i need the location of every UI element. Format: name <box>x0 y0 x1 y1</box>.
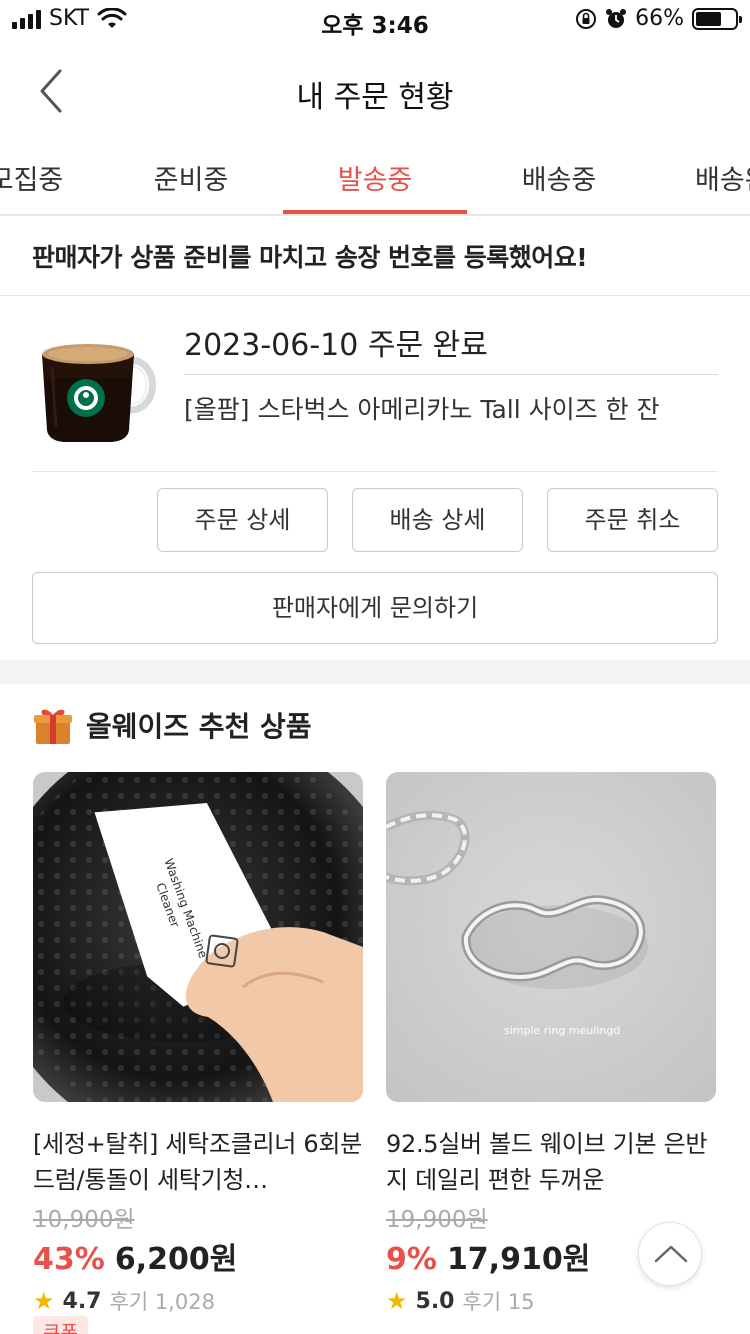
shipping-detail-button[interactable]: 배송 상세 <box>352 488 523 552</box>
cancel-order-button[interactable]: 주문 취소 <box>547 488 718 552</box>
recommend-title: 올웨이즈 추천 상품 <box>86 710 312 743</box>
divider <box>32 471 718 472</box>
sale-price: 6,200원 <box>114 1242 238 1277</box>
divider <box>184 374 718 375</box>
price-row: 43% 6,200원 <box>33 1234 363 1278</box>
rating-row: ★ 4.7 후기 1,028 <box>33 1286 363 1316</box>
sale-price: 17,910원 <box>446 1242 591 1277</box>
coupon-badge: 쿠폰 <box>33 1316 88 1334</box>
status-notice: 판매자가 상품 준비를 마치고 송장 번호를 등록했어요! <box>0 216 750 296</box>
status-right: 66% <box>575 6 742 31</box>
star-icon: ★ <box>33 1287 55 1315</box>
order-date-status: 2023-06-10 주문 완료 <box>184 328 488 363</box>
order-detail-button[interactable]: 주문 상세 <box>157 488 328 552</box>
coffee-mug-image <box>41 344 156 442</box>
product-name: 92.5실버 볼드 웨이브 기본 은반지 데일리 편한 두꺼운 <box>386 1130 708 1194</box>
battery-icon <box>692 7 742 30</box>
original-price: 10,900원 <box>33 1207 135 1233</box>
tab-dispatching[interactable]: 발송중 <box>283 158 467 197</box>
tab-in-transit[interactable]: 배송중 <box>467 158 651 197</box>
tab-preparing[interactable]: 준비중 <box>99 158 283 197</box>
page-title: 내 주문 현황 <box>296 80 454 115</box>
chevron-up-icon <box>654 1245 688 1263</box>
image-caption: simple ring meulingd <box>504 1024 620 1037</box>
gift-icon <box>34 709 72 744</box>
product-image: simple ring meulingd <box>386 772 716 1102</box>
orientation-lock-icon <box>576 8 597 29</box>
recommend-header: 올웨이즈 추천 상품 <box>32 704 312 746</box>
product-image: Washing Machine Cleaner <box>33 772 363 1102</box>
rating-row: ★ 5.0 후기 15 <box>386 1286 716 1316</box>
discount-rate: 43% <box>33 1242 105 1277</box>
rating-value: 5.0 <box>415 1288 455 1314</box>
contact-seller-button[interactable]: 판매자에게 문의하기 <box>32 572 718 644</box>
review-count: 후기 1,028 <box>109 1290 215 1314</box>
order-product-name: [올팜] 스타벅스 아메리카노 Tall 사이즈 한 잔 <box>184 395 660 424</box>
nav-bar: 내 주문 현황 <box>0 44 750 138</box>
scroll-top-button[interactable] <box>638 1222 702 1286</box>
discount-rate: 9% <box>386 1242 437 1277</box>
status-bar: SKT 오후 3:46 66% <box>0 0 750 40</box>
product-name: [세정+탈취] 세탁조클리너 6회분 드럼/통돌이 세탁기청… <box>33 1130 362 1194</box>
rating-value: 4.7 <box>62 1288 102 1314</box>
notice-text: 판매자가 상품 준비를 마치고 송장 번호를 등록했어요! <box>32 243 588 272</box>
order-card: 2023-06-10 주문 완료 [올팜] 스타벅스 아메리카노 Tall 사이… <box>0 296 750 660</box>
alarm-icon <box>606 8 627 28</box>
battery-level <box>696 11 722 26</box>
section-divider <box>0 660 750 684</box>
star-icon: ★ <box>386 1287 408 1315</box>
tab-delivered[interactable]: 배송완료 <box>651 158 750 197</box>
review-count: 후기 15 <box>462 1290 535 1314</box>
product-card[interactable]: Washing Machine Cleaner [세정+탈취] 세탁조클리너 6… <box>33 772 363 1316</box>
battery-percent: 66% <box>635 6 684 31</box>
order-status-tabs: 모집중 준비중 발송중 배송중 배송완료 <box>0 138 750 216</box>
active-tab-indicator <box>283 210 467 214</box>
